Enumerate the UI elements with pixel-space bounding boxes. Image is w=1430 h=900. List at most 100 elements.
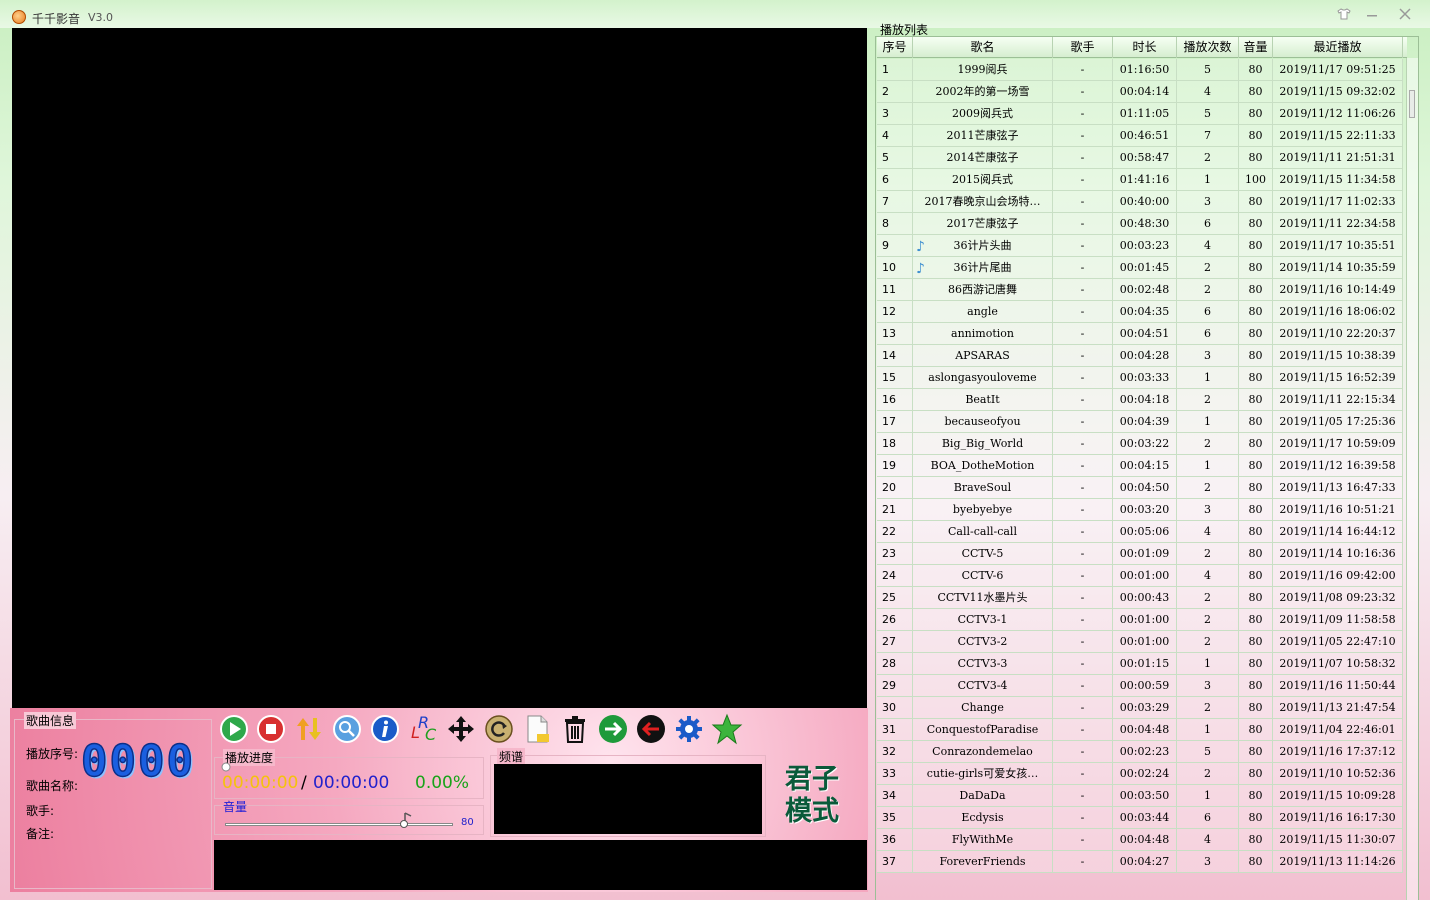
- playlist-row[interactable]: 14 APSARAS - 00:04:28 3 80 2019/11/15 10:38:39: [877, 345, 1403, 367]
- progress-knob[interactable]: [221, 762, 231, 772]
- lyric-icon[interactable]: L R C: [407, 713, 439, 745]
- cell-text: 2019/11/15 11:30:07: [1279, 833, 1396, 846]
- playlist-row[interactable]: 11 86西游记唐舞 - 00:02:48 2 80 2019/11/16 10:14:49: [877, 279, 1403, 301]
- cell-text: -: [1080, 283, 1085, 296]
- col-header-volume[interactable]: 音量: [1239, 37, 1273, 58]
- playlist-row[interactable]: 7 2017春晚京山会场特… - 00:40:00 3 80 2019/11/17 11:0…: [877, 191, 1403, 213]
- playlist-row[interactable]: 32 Conrazondemelao - 00:02:23 5 80 2019/11/16 …: [877, 741, 1403, 763]
- volume-thumb[interactable]: [400, 812, 414, 828]
- cell-text: 80: [1248, 701, 1263, 714]
- cell-text: 4: [1204, 569, 1211, 582]
- new-file-icon[interactable]: [521, 713, 553, 745]
- playlist-row[interactable]: 19 BOA_DotheMotion - 00:04:15 1 80 2019/11/12 …: [877, 455, 1403, 477]
- cell-text: 00:00:43: [1119, 591, 1170, 604]
- playlist-cell: 2019/11/15 11:34:58: [1273, 169, 1403, 190]
- stop-icon[interactable]: [255, 713, 287, 745]
- cell-text: 80: [1248, 613, 1263, 626]
- cell-text: 30: [882, 701, 896, 714]
- total-time: 00:00:00: [313, 773, 390, 793]
- cell-text: 2019/11/04 22:46:01: [1279, 723, 1396, 736]
- playlist-cell: 27: [877, 631, 913, 652]
- playlist-cell: 00:01:15: [1113, 653, 1177, 674]
- playlist-row[interactable]: 18 Big_Big_World - 00:03:22 2 80 2019/11/17 10…: [877, 433, 1403, 455]
- playlist-scrollbar[interactable]: [1406, 58, 1418, 900]
- prev-icon[interactable]: [635, 713, 667, 745]
- playlist-row[interactable]: 10 ♪ 36计片尾曲 - 00:01:45 2 80 2019/11/14 10:35:59: [877, 257, 1403, 279]
- playlist-row[interactable]: 9 ♪ 36计片头曲 - 00:03:23 4 80 2019/11/17 10:35:51: [877, 235, 1403, 257]
- playlist-row[interactable]: 21 byebyebye - 00:03:20 3 80 2019/11/16 10:51:…: [877, 499, 1403, 521]
- delete-icon[interactable]: [559, 713, 591, 745]
- mode-label[interactable]: 君子模式: [785, 764, 853, 828]
- playlist-row[interactable]: 34 DaDaDa - 00:03:50 1 80 2019/11/15 10:09:28: [877, 785, 1403, 807]
- playlist-row[interactable]: 24 CCTV-6 - 00:01:00 4 80 2019/11/16 09:42:00: [877, 565, 1403, 587]
- cell-text: 7: [1204, 129, 1211, 142]
- playlist-row[interactable]: 4 2011芒康弦子 - 00:46:51 7 80 2019/11/15 22:11:33: [877, 125, 1403, 147]
- cell-text: 33: [882, 767, 896, 780]
- playlist-row[interactable]: 30 Change - 00:03:29 2 80 2019/11/13 21:47:54: [877, 697, 1403, 719]
- playlist-row[interactable]: 13 annimotion - 00:04:51 6 80 2019/11/10 22:20…: [877, 323, 1403, 345]
- playlist-row[interactable]: 1 1999阅兵 - 01:16:50 5 80 2019/11/17 09:51:25: [877, 59, 1403, 81]
- settings-icon[interactable]: [673, 713, 705, 745]
- playlist-row[interactable]: 33 cutie-girls可爱女孩… - 00:02:24 2 80 2019/11/10…: [877, 763, 1403, 785]
- playlist-row[interactable]: 6 2015阅兵式 - 01:41:16 1 100 2019/11/15 11:34:58: [877, 169, 1403, 191]
- playlist-row[interactable]: 23 CCTV-5 - 00:01:09 2 80 2019/11/14 10:16:36: [877, 543, 1403, 565]
- playlist-row[interactable]: 22 Call-call-call - 00:05:06 4 80 2019/11/14 1…: [877, 521, 1403, 543]
- cell-text: 18: [882, 437, 896, 450]
- next-icon[interactable]: [597, 713, 629, 745]
- favorite-star-icon[interactable]: [711, 713, 743, 745]
- cell-text: Conrazondemelao: [932, 745, 1033, 758]
- playlist-row[interactable]: 37 ForeverFriends - 00:04:27 3 80 2019/11/13 1…: [877, 851, 1403, 873]
- move-icon[interactable]: [445, 713, 477, 745]
- play-icon[interactable]: [218, 713, 250, 745]
- playlist-cell: -: [1053, 389, 1113, 410]
- playlist-cell: 8: [877, 213, 913, 234]
- info-icon[interactable]: [369, 713, 401, 745]
- playlist-cell: 2011芒康弦子: [913, 125, 1053, 146]
- playlist-row[interactable]: 8 2017芒康弦子 - 00:48:30 6 80 2019/11/11 22:34:58: [877, 213, 1403, 235]
- cell-text: -: [1080, 833, 1085, 846]
- playlist-row[interactable]: 17 becauseofyou - 00:04:39 1 80 2019/11/05 17:…: [877, 411, 1403, 433]
- playlist-row[interactable]: 20 BraveSoul - 00:04:50 2 80 2019/11/13 16:47:…: [877, 477, 1403, 499]
- playlist-cell: CCTV3-2: [913, 631, 1053, 652]
- playlist-cell: 80: [1239, 477, 1273, 498]
- playlist-row[interactable]: 2 2002年的第一场雪 - 00:04:14 4 80 2019/11/15 09:32:…: [877, 81, 1403, 103]
- col-header-duration[interactable]: 时长: [1113, 37, 1177, 58]
- playlist-row[interactable]: 25 CCTV11水墨片头 - 00:00:43 2 80 2019/11/08 09:23…: [877, 587, 1403, 609]
- col-header-title[interactable]: 歌名: [913, 37, 1053, 58]
- cell-text: byebyebye: [952, 503, 1013, 516]
- playlist-row[interactable]: 5 2014芒康弦子 - 00:58:47 2 80 2019/11/11 21:51:31: [877, 147, 1403, 169]
- playlist-row[interactable]: 3 2009阅兵式 - 01:11:05 5 80 2019/11/12 11:06:26: [877, 103, 1403, 125]
- playlist-row[interactable]: 28 CCTV3-3 - 00:01:15 1 80 2019/11/07 10:58:32: [877, 653, 1403, 675]
- cell-text: 16: [882, 393, 896, 406]
- scrollbar-thumb[interactable]: [1409, 90, 1415, 118]
- playlist-row[interactable]: 16 BeatIt - 00:04:18 2 80 2019/11/11 22:15:34: [877, 389, 1403, 411]
- playlist-row[interactable]: 12 angle - 00:04:35 6 80 2019/11/16 18:06:02: [877, 301, 1403, 323]
- singer-label: 歌手:: [26, 804, 55, 818]
- col-header-last-played[interactable]: 最近播放: [1273, 37, 1403, 58]
- col-header-play-count[interactable]: 播放次数: [1177, 37, 1239, 58]
- playlist-cell: Big_Big_World: [913, 433, 1053, 454]
- playlist-row[interactable]: 31 ConquestofParadise - 00:04:48 1 80 2019/11/…: [877, 719, 1403, 741]
- cell-text: 6: [1204, 327, 1211, 340]
- cell-text: 80: [1248, 679, 1263, 692]
- col-header-index[interactable]: 序号: [877, 37, 913, 58]
- sort-icon[interactable]: [293, 713, 325, 745]
- cell-text: -: [1080, 305, 1085, 318]
- playlist-row[interactable]: 36 FlyWithMe - 00:04:48 4 80 2019/11/15 11:30:…: [877, 829, 1403, 851]
- cell-text: 00:01:15: [1119, 657, 1170, 670]
- cell-text: 22: [882, 525, 896, 538]
- cell-text: 2014芒康弦子: [946, 151, 1019, 164]
- playlist-row[interactable]: 29 CCTV3-4 - 00:00:59 3 80 2019/11/16 11:50:44: [877, 675, 1403, 697]
- col-header-singer[interactable]: 歌手: [1053, 37, 1113, 58]
- refresh-icon[interactable]: [483, 713, 515, 745]
- playlist-row[interactable]: 26 CCTV3-1 - 00:01:00 2 80 2019/11/09 11:58:58: [877, 609, 1403, 631]
- volume-slider[interactable]: [225, 823, 453, 826]
- search-icon[interactable]: [331, 713, 363, 745]
- video-display[interactable]: [12, 28, 867, 708]
- playlist-cell: 00:03:50: [1113, 785, 1177, 806]
- playlist-row[interactable]: 27 CCTV3-2 - 00:01:00 2 80 2019/11/05 22:47:10: [877, 631, 1403, 653]
- cell-text: -: [1080, 723, 1085, 736]
- playlist-row[interactable]: 35 Ecdysis - 00:03:44 6 80 2019/11/16 16:17:30: [877, 807, 1403, 829]
- cell-text: 2009阅兵式: [952, 107, 1013, 120]
- playlist-row[interactable]: 15 aslongasyouloveme - 00:03:33 1 80 2019/11/1…: [877, 367, 1403, 389]
